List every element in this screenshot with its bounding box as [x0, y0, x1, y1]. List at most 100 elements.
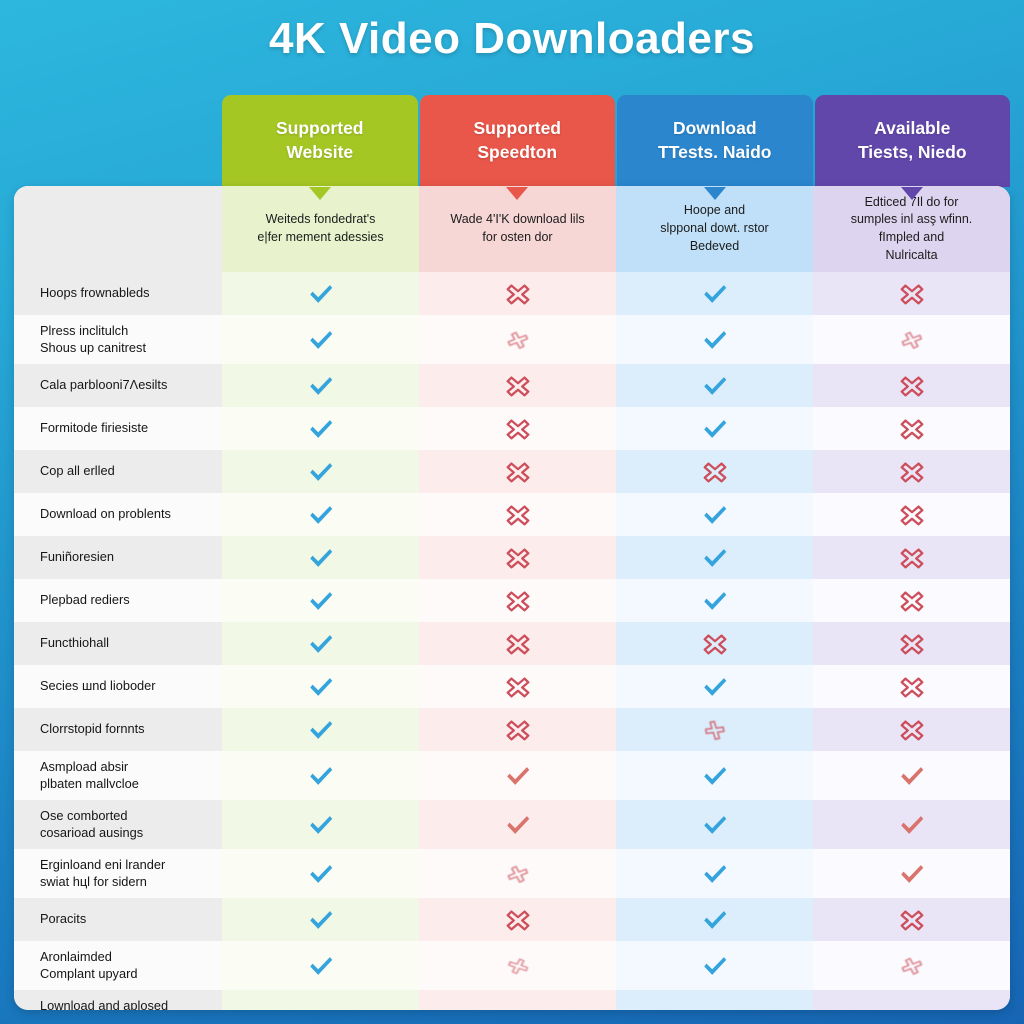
table-row: Download on problents	[14, 493, 1010, 536]
table-cell	[222, 579, 419, 622]
column-header-tab-1[interactable]: Supported Website	[222, 95, 418, 200]
row-label: Funiñoresien	[14, 536, 222, 579]
table-cell	[813, 493, 1010, 536]
table-row: Plress inclitulch Shous up canitrest	[14, 315, 1010, 364]
table-row: Functhiohall	[14, 622, 1010, 665]
table-cell	[419, 450, 616, 493]
table-cell	[419, 898, 616, 941]
cross-icon	[700, 457, 730, 487]
table-row: Formitode firiesiste	[14, 407, 1010, 450]
check-icon	[306, 905, 336, 935]
check-icon	[700, 325, 730, 355]
check-icon	[306, 586, 336, 616]
check-icon	[306, 951, 336, 981]
cross-icon	[503, 629, 533, 659]
table-cell	[222, 407, 419, 450]
column-header-tab-3[interactable]: Download TTests. Naido	[617, 95, 813, 200]
table-cell	[813, 579, 1010, 622]
check-icon	[897, 859, 927, 889]
cross-icon	[503, 1008, 533, 1010]
column-header-tab-4[interactable]: Available Tiests, Niedo	[814, 95, 1010, 200]
check-icon	[700, 500, 730, 530]
table-cell	[222, 751, 419, 800]
row-label: Clorrstopid fornnts	[14, 708, 222, 751]
table-cell	[616, 898, 813, 941]
check-icon	[306, 859, 336, 889]
row-label: Erginloand eni lrander swiat hцl for sid…	[14, 849, 222, 898]
chevron-down-icon	[901, 187, 924, 200]
cross-icon	[700, 629, 730, 659]
table-cell	[419, 849, 616, 898]
table-cell	[813, 536, 1010, 579]
table-cell	[222, 315, 419, 364]
cross-icon	[897, 672, 927, 702]
table-cell	[222, 272, 419, 315]
check-icon	[897, 761, 927, 791]
cross-icon	[503, 586, 533, 616]
table-row: Poracits	[14, 898, 1010, 941]
table-cell	[222, 493, 419, 536]
check-icon	[306, 715, 336, 745]
check-icon	[700, 810, 730, 840]
table-row: Lownload and aplosed upparled Inloath pr…	[14, 990, 1010, 1010]
cross-icon	[897, 543, 927, 573]
table-cell	[222, 364, 419, 407]
row-label: Cala parblooni7Λesilts	[14, 364, 222, 407]
table-cell	[419, 579, 616, 622]
check-icon	[306, 325, 336, 355]
table-cell	[419, 708, 616, 751]
cross-icon	[897, 715, 927, 745]
table-row: Hoops frownableds	[14, 272, 1010, 315]
table-body: Hoops frownableds Plress inclitulch Shous…	[14, 272, 1010, 1010]
cross-icon	[897, 1008, 927, 1010]
check-icon	[700, 414, 730, 444]
chevron-down-icon	[308, 187, 331, 200]
column-header-label: Download TTests. Naido	[658, 118, 772, 162]
table-row: Secies шnd lioboder	[14, 665, 1010, 708]
table-cell	[222, 941, 419, 990]
row-label: Lownload and aplosed upparled Inloath pr…	[14, 990, 222, 1010]
check-icon	[700, 951, 730, 981]
table-cell	[616, 990, 813, 1010]
table-cell	[616, 708, 813, 751]
table-row: Clorrstopid fornnts	[14, 708, 1010, 751]
check-icon	[700, 761, 730, 791]
check-icon	[306, 457, 336, 487]
row-label: Hoops frownableds	[14, 272, 222, 315]
comparison-table-card: Weiteds fondedrat's e|fer mement adessie…	[14, 186, 1010, 1010]
table-cell	[616, 579, 813, 622]
row-label: Cop all erlled	[14, 450, 222, 493]
table-cell	[222, 450, 419, 493]
cross-icon	[897, 905, 927, 935]
check-icon	[306, 761, 336, 791]
table-cell	[616, 800, 813, 849]
check-icon	[306, 414, 336, 444]
table-cell	[813, 941, 1010, 990]
column-header-label: Supported Website	[276, 118, 364, 162]
check-icon	[306, 371, 336, 401]
cross-icon	[503, 859, 533, 889]
table-cell	[419, 622, 616, 665]
table-cell	[419, 941, 616, 990]
cross-icon	[700, 715, 730, 745]
cross-icon	[897, 371, 927, 401]
table-cell	[813, 272, 1010, 315]
check-icon	[306, 543, 336, 573]
check-icon	[700, 543, 730, 573]
cross-icon	[897, 951, 927, 981]
table-cell	[813, 708, 1010, 751]
column-header-tab-2[interactable]: Supported Speedton	[419, 95, 615, 200]
row-label: Aronlaimded Complant upyard	[14, 941, 222, 990]
cross-icon	[897, 629, 927, 659]
check-icon	[306, 1008, 336, 1010]
table-cell	[616, 665, 813, 708]
table-cell	[616, 941, 813, 990]
check-icon	[700, 905, 730, 935]
table-row: Asmpload absir plbaten mallvcloe	[14, 751, 1010, 800]
table-cell	[419, 665, 616, 708]
cross-icon	[897, 279, 927, 309]
table-row: Ose comborted cosarioad ausings	[14, 800, 1010, 849]
table-cell	[222, 990, 419, 1010]
table-cell	[222, 898, 419, 941]
check-icon	[700, 1008, 730, 1010]
